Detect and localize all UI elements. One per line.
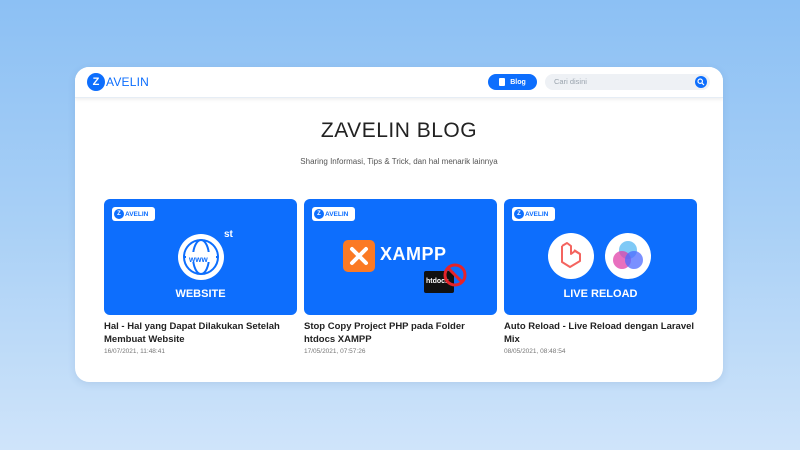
post-card[interactable]: Z AVELIN LIVE RELOAD Auto Reload - Live … xyxy=(504,199,697,355)
thumb-caption: WEBSITE xyxy=(175,288,226,300)
badge-text: AVELIN xyxy=(325,210,349,218)
post-date: 17/05/2021, 07:57:26 xyxy=(304,348,366,355)
post-thumbnail[interactable]: Z AVELIN www st WEBSITE xyxy=(104,199,297,315)
post-thumbnail[interactable]: Z AVELIN LIVE RELOAD xyxy=(504,199,697,315)
globe-www-text: www xyxy=(189,255,208,264)
post-card[interactable]: Z AVELIN www st WEBSITE Hal - Hal yang D… xyxy=(104,199,297,355)
brand-text: AVELIN xyxy=(106,75,149,89)
prohibited-icon xyxy=(443,263,467,287)
thumb-badge: Z AVELIN xyxy=(512,207,555,221)
blog-button[interactable]: Blog xyxy=(488,74,537,90)
page-title: ZAVELIN BLOG xyxy=(320,119,478,142)
post-title[interactable]: Stop Copy Project PHP pada Folder htdocs… xyxy=(304,320,497,346)
document-icon xyxy=(499,78,506,86)
brand-logo[interactable]: Z AVELIN xyxy=(87,73,149,91)
browser-window: Z AVELIN Blog Cari disini ZAVELIN BLOG S… xyxy=(75,67,723,382)
thumb-caption: LIVE RELOAD xyxy=(563,288,638,300)
search-box[interactable]: Cari disini xyxy=(545,74,710,90)
thumb-extra-text: st xyxy=(224,229,233,240)
laravel-logo-icon xyxy=(548,233,594,279)
xampp-logo-icon xyxy=(343,240,375,272)
badge-mark-icon: Z xyxy=(114,209,124,219)
post-title[interactable]: Auto Reload - Live Reload dengan Laravel… xyxy=(504,320,697,346)
search-input[interactable]: Cari disini xyxy=(554,77,587,86)
badge-mark-icon: Z xyxy=(514,209,524,219)
brand-mark-icon: Z xyxy=(87,73,105,91)
search-icon xyxy=(697,78,705,86)
search-button[interactable] xyxy=(695,76,707,88)
post-card[interactable]: Z AVELIN XAMPP htdocs Stop Copy Project … xyxy=(304,199,497,355)
page-subtitle: Sharing Informasi, Tips & Trick, dan hal… xyxy=(300,157,498,166)
mix-logo-icon xyxy=(605,233,651,279)
blog-button-label: Blog xyxy=(510,78,526,86)
navbar: Z AVELIN Blog Cari disini xyxy=(75,67,723,98)
badge-text: AVELIN xyxy=(125,210,149,218)
post-thumbnail[interactable]: Z AVELIN XAMPP htdocs xyxy=(304,199,497,315)
badge-mark-icon: Z xyxy=(314,209,324,219)
thumb-badge: Z AVELIN xyxy=(112,207,155,221)
badge-text: AVELIN xyxy=(525,210,549,218)
thumb-badge: Z AVELIN xyxy=(312,207,355,221)
post-title[interactable]: Hal - Hal yang Dapat Dilakukan Setelah M… xyxy=(104,320,297,346)
post-date: 16/07/2021, 11:48:41 xyxy=(104,348,165,355)
post-date: 08/05/2021, 08:48:54 xyxy=(504,348,566,355)
xampp-text: XAMPP xyxy=(380,244,447,264)
